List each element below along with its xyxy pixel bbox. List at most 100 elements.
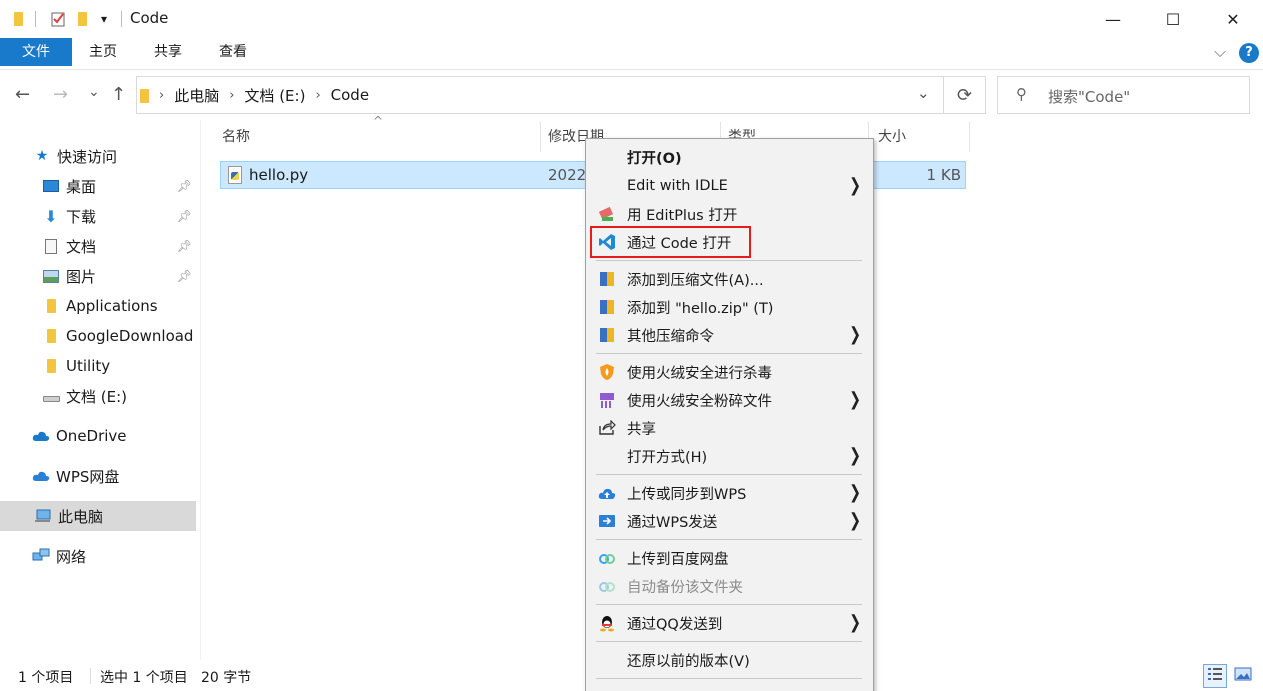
minimize-button[interactable]: — [1083, 0, 1143, 38]
sort-ascending-icon: ^ [373, 114, 384, 128]
sidebar-item-pictures[interactable]: 图片 📌︎ [0, 261, 196, 291]
menu-item-upload-baidu[interactable]: 上传到百度网盘 [586, 544, 873, 572]
onedrive-icon [32, 427, 50, 445]
sidebar-item-downloads[interactable]: ⬇ 下载 📌︎ [0, 201, 196, 231]
sidebar-item-this-pc[interactable]: 此电脑 [0, 501, 196, 531]
chevron-right-icon: ❯ [849, 445, 861, 467]
menu-item-open-with[interactable]: 打开方式(H) ❯ [586, 442, 873, 470]
help-icon[interactable]: ? [1239, 43, 1259, 63]
sidebar-item-label: 桌面 [66, 177, 97, 196]
chevron-right-icon: ❯ [849, 482, 861, 504]
pin-icon: 📌︎ [176, 179, 192, 193]
breadcrumb-item-drive[interactable]: 文档 (E:) [244, 85, 305, 106]
sidebar-item-network[interactable]: 网络 [0, 541, 196, 571]
menu-item-huorong-shred[interactable]: 使用火绒安全粉碎文件 ❯ [586, 386, 873, 414]
maximize-button[interactable]: ☐ [1143, 0, 1203, 38]
sidebar-item-quick-access[interactable]: ★ 快速访问 [0, 141, 196, 171]
sidebar-divider [200, 120, 201, 660]
qa-dropdown-icon[interactable]: ▾ [96, 9, 112, 29]
sidebar-item-label: Applications [66, 297, 158, 315]
status-item-count: 1 个项目 [18, 670, 74, 686]
menu-item-open[interactable]: 打开(O) [586, 143, 873, 171]
baidu-netdisk-icon [597, 548, 617, 568]
tab-view[interactable]: 查看 [210, 38, 256, 66]
chevron-right-icon[interactable]: › [315, 88, 320, 103]
menu-item-other-compress[interactable]: 其他压缩命令 ❯ [586, 321, 873, 349]
chevron-right-icon: ❯ [849, 612, 861, 634]
menu-separator [596, 353, 862, 354]
window-title: Code [130, 9, 169, 27]
ribbon-collapse-icon[interactable]: ⌵ [1214, 42, 1226, 62]
address-dropdown-icon[interactable]: ⌄ [917, 84, 930, 102]
sidebar-item-label: WPS网盘 [56, 467, 120, 486]
sidebar-item-wps-drive[interactable]: WPS网盘 [0, 461, 196, 491]
sidebar-item-desktop[interactable]: 桌面 📌︎ [0, 171, 196, 201]
menu-separator [596, 474, 862, 475]
menu-item-edit-with-idle[interactable]: Edit with IDLE ❯ [586, 172, 873, 200]
sidebar-item-label: 图片 [66, 267, 97, 286]
qa-separator [34, 9, 36, 29]
drive-icon [42, 387, 60, 405]
sidebar-item-documents[interactable]: 文档 📌︎ [0, 231, 196, 261]
details-view-button[interactable] [1203, 664, 1227, 688]
breadcrumb-item-this-pc[interactable]: 此电脑 [174, 85, 219, 106]
sidebar-item-applications[interactable]: Applications [0, 291, 196, 321]
python-file-icon [228, 166, 242, 184]
menu-item-editplus[interactable]: 用 EditPlus 打开 [586, 200, 873, 228]
column-name[interactable]: 名称 [222, 126, 250, 150]
menu-item-upload-wps[interactable]: 上传或同步到WPS ❯ [586, 479, 873, 507]
tab-file[interactable]: 文件 [0, 38, 72, 66]
column-divider[interactable] [969, 122, 970, 152]
network-icon [32, 547, 50, 565]
context-menu: 打开(O) Edit with IDLE ❯ 用 EditPlus 打开 通过 … [585, 138, 874, 691]
search-input[interactable]: ⚲ 搜索"Code" [997, 76, 1250, 114]
status-selected: 选中 1 个项目 [100, 670, 188, 686]
sidebar-item-utility[interactable]: Utility [0, 351, 196, 381]
up-icon[interactable]: ↑ [111, 84, 126, 105]
column-size[interactable]: 大小 [878, 126, 906, 150]
send-icon [597, 511, 617, 531]
chevron-right-icon[interactable]: › [229, 88, 234, 103]
recent-locations-icon[interactable]: ⌄ [88, 84, 100, 100]
file-name: hello.py [249, 166, 309, 184]
menu-item-share[interactable]: 共享 [586, 414, 873, 442]
new-folder-icon[interactable] [74, 9, 90, 29]
menu-item-auto-backup[interactable]: 自动备份该文件夹 [586, 572, 873, 600]
document-icon [42, 237, 60, 255]
menu-item-huorong-scan[interactable]: 使用火绒安全进行杀毒 [586, 358, 873, 386]
back-icon[interactable]: ← [15, 84, 30, 105]
chevron-right-icon: ❯ [849, 389, 861, 411]
chevron-right-icon: ❯ [849, 324, 861, 346]
sidebar-item-label: Utility [66, 357, 111, 375]
search-placeholder: 搜索"Code" [1048, 88, 1131, 106]
refresh-button[interactable]: ⟳ [944, 76, 986, 114]
tab-home[interactable]: 主页 [80, 38, 126, 66]
sidebar-item-googledownload[interactable]: GoogleDownload [0, 321, 196, 351]
folder-icon [42, 357, 60, 375]
sidebar-item-label: 下载 [66, 207, 97, 226]
picture-icon [42, 267, 60, 285]
breadcrumb-item-code[interactable]: Code [331, 86, 369, 104]
sidebar-item-label: OneDrive [56, 427, 127, 445]
close-button[interactable]: ✕ [1203, 0, 1263, 38]
properties-icon[interactable] [48, 9, 68, 29]
forward-icon[interactable]: → [53, 84, 68, 105]
menu-separator [596, 604, 862, 605]
file-size: 1 KB [926, 166, 961, 184]
folder-icon [42, 327, 60, 345]
archive-icon [597, 297, 617, 317]
sidebar-item-drive-e[interactable]: 文档 (E:) [0, 381, 196, 411]
sidebar-item-onedrive[interactable]: OneDrive [0, 421, 196, 451]
highlight-box [590, 226, 751, 258]
large-icons-view-icon [1234, 667, 1252, 685]
menu-item-send-qq[interactable]: 通过QQ发送到 ❯ [586, 609, 873, 637]
menu-item-add-to-zip[interactable]: 添加到 "hello.zip" (T) [586, 293, 873, 321]
menu-item-send-wps[interactable]: 通过WPS发送 ❯ [586, 507, 873, 535]
column-divider[interactable] [540, 122, 541, 152]
folder-icon [10, 9, 26, 29]
menu-separator [596, 260, 862, 261]
chevron-right-icon: › [159, 87, 165, 103]
menu-item-add-to-archive[interactable]: 添加到压缩文件(A)... [586, 265, 873, 293]
tab-share[interactable]: 共享 [145, 38, 191, 66]
large-icons-view-button[interactable] [1231, 664, 1255, 688]
